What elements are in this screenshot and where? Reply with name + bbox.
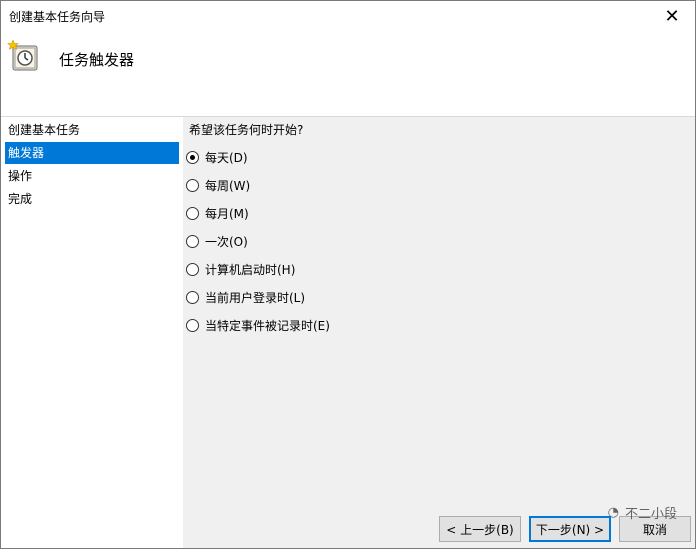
radio-button-once[interactable] [186,234,199,248]
close-icon: ✕ [664,5,680,27]
radio-monthly[interactable]: 每月(M) [186,203,249,223]
wizard-steps-pane: 创建基本任务 触发器 操作 完成 [1,117,183,548]
watermark: ◔ 不二小段 [608,503,677,522]
radio-daily[interactable]: 每天(D) [186,147,248,167]
page-title: 任务触发器 [59,51,135,69]
radio-label-user-logon: 当前用户登录时(L) [205,290,306,305]
radio-weekly[interactable]: 每周(W) [186,175,250,195]
radio-user-logon[interactable]: 当前用户登录时(L) [186,287,305,307]
close-button[interactable]: ✕ [649,1,695,31]
radio-label-event-logged: 当特定事件被记录时(E) [205,318,330,333]
radio-event-logged[interactable]: 当特定事件被记录时(E) [186,315,330,335]
radio-once[interactable]: 一次(O) [186,231,248,251]
nav-item-action[interactable]: 操作 [5,165,179,187]
radio-computer-start[interactable]: 计算机启动时(H) [186,259,295,279]
radio-button-daily[interactable] [186,150,199,164]
trigger-options-pane: 希望该任务何时开始? 每天(D) 每周(W) 每月(M) 一次(O) 计算机启动… [183,117,695,548]
radio-button-computer-start[interactable] [186,262,199,276]
radio-button-weekly[interactable] [186,178,199,192]
nav-item-trigger[interactable]: 触发器 [5,142,179,164]
radio-button-monthly[interactable] [186,206,199,220]
next-button[interactable]: 下一步(N) > [529,516,611,542]
wizard-header: 任务触发器 [1,31,695,117]
radio-label-monthly: 每月(M) [205,206,249,221]
watermark-text: 不二小段 [624,507,677,522]
nav-item-create-basic-task[interactable]: 创建基本任务 [5,119,179,141]
wizard-window: 创建基本任务向导 ✕ 任务触发器 创建基本任务 触发器 操作 完成 希望该任务何… [0,0,696,549]
window-title: 创建基本任务向导 [9,10,106,24]
radio-label-once: 一次(O) [205,234,248,249]
nav-item-finish[interactable]: 完成 [5,188,179,210]
title-bar: 创建基本任务向导 ✕ [1,1,695,31]
radio-label-computer-start: 计算机启动时(H) [205,262,296,277]
wechat-icon: ◔ [607,505,619,520]
radio-button-event-logged[interactable] [186,318,199,332]
radio-label-weekly: 每周(W) [205,178,251,193]
back-button[interactable]: < 上一步(B) [439,516,521,542]
radio-label-daily: 每天(D) [205,150,248,165]
radio-button-user-logon[interactable] [186,290,199,304]
task-clock-icon [7,39,38,71]
trigger-question: 希望该任务何时开始? [189,123,304,137]
